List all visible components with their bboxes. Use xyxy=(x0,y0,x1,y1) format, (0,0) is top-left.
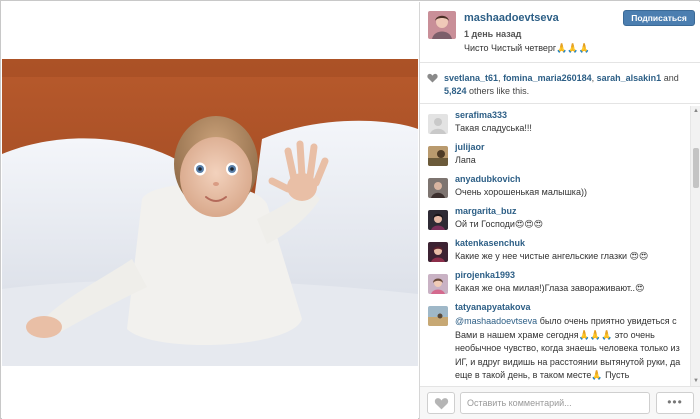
comment-item: anyadubkovich Очень хорошенькая малышка)… xyxy=(420,174,690,206)
commenter-username[interactable]: katenkasenchuk xyxy=(455,238,525,248)
comment-text: @mashaadoevtseva было очень приятно увид… xyxy=(455,315,687,383)
comment-footer: ••• xyxy=(420,386,700,419)
comment-item: pirojenka1993 Какая же она милая!)Глаза … xyxy=(420,270,690,302)
more-options-button[interactable]: ••• xyxy=(656,392,694,414)
heart-icon xyxy=(427,73,438,83)
commenter-avatar[interactable] xyxy=(428,306,448,326)
commenter-username[interactable]: tatyanapyatakova xyxy=(455,302,531,312)
follow-button[interactable]: Подписаться xyxy=(623,10,695,26)
post-header: mashaadoevtseva 1 день назад Чисто Чисты… xyxy=(420,2,700,62)
liker-link[interactable]: svetlana_t61 xyxy=(444,73,498,83)
comment-item: serafima333 Такая сладуська!!! xyxy=(420,110,690,142)
liker-link[interactable]: sarah_alsakin1 xyxy=(597,73,662,83)
comment-text: Ой ти Господи😍😍😍 xyxy=(455,219,544,229)
post-window: mashaadoevtseva 1 день назад Чисто Чисты… xyxy=(0,0,700,419)
commenter-avatar[interactable] xyxy=(428,210,448,230)
commenter-avatar[interactable] xyxy=(428,146,448,166)
commenter-avatar[interactable] xyxy=(428,114,448,134)
likes-suffix: others like this. xyxy=(469,86,530,96)
mention-link[interactable]: @mashaadoevtseva xyxy=(455,316,537,326)
comment-item: margarita_buz Ой ти Господи😍😍😍 xyxy=(420,206,690,238)
author-username[interactable]: mashaadoevtseva xyxy=(464,12,559,24)
commenter-username[interactable]: anyadubkovich xyxy=(455,174,521,184)
scroll-up-arrow-icon[interactable]: ▲ xyxy=(691,106,700,116)
scroll-down-arrow-icon[interactable]: ▼ xyxy=(691,376,700,386)
commenter-username[interactable]: pirojenka1993 xyxy=(455,270,515,280)
post-time[interactable]: 1 день назад xyxy=(464,29,521,39)
commenter-username[interactable]: margarita_buz xyxy=(455,206,517,216)
comment-text: Какая же она милая!)Глаза завораживают..… xyxy=(455,283,645,293)
comments-list: serafima333 Такая сладуська!!! julijaor … xyxy=(420,106,690,386)
post-sidebar: mashaadoevtseva 1 день назад Чисто Чисты… xyxy=(419,2,700,419)
photo-panel xyxy=(2,2,418,419)
liker-link[interactable]: fomina_maria260184 xyxy=(503,73,592,83)
likes-text: svetlana_t61, fomina_maria260184, sarah_… xyxy=(444,73,679,96)
post-caption: Чисто Чистый четверг🙏🙏🙏 xyxy=(464,43,590,53)
scroll-thumb[interactable] xyxy=(693,148,699,188)
comment-item: tatyanapyatakova @mashaadoevtseva было о… xyxy=(420,302,690,386)
commenter-username[interactable]: serafima333 xyxy=(455,110,507,120)
comment-item: katenkasenchuk Какие же у нее чистые анг… xyxy=(420,238,690,270)
commenter-avatar[interactable] xyxy=(428,274,448,294)
comment-text: Лапа xyxy=(455,155,476,165)
comment-text: Очень хорошенькая малышка)) xyxy=(455,187,587,197)
likes-and: and xyxy=(663,73,679,83)
comment-text: Такая сладуська!!! xyxy=(455,123,532,133)
commenter-username[interactable]: julijaor xyxy=(455,142,485,152)
commenter-avatar[interactable] xyxy=(428,178,448,198)
commenter-avatar[interactable] xyxy=(428,242,448,262)
comments-scrollbar[interactable]: ▲ ▼ xyxy=(690,106,700,386)
like-button[interactable] xyxy=(427,392,455,414)
likes-count[interactable]: 5,824 xyxy=(444,86,467,96)
post-photo[interactable] xyxy=(2,59,418,366)
likes-section: svetlana_t61, fomina_maria260184, sarah_… xyxy=(420,62,700,104)
author-avatar[interactable] xyxy=(428,11,456,39)
heart-icon xyxy=(434,398,449,410)
comment-text: Какие же у нее чистые ангельские глазки … xyxy=(455,251,649,261)
comment-item: julijaor Лапа xyxy=(420,142,690,174)
comment-input[interactable] xyxy=(460,392,650,414)
